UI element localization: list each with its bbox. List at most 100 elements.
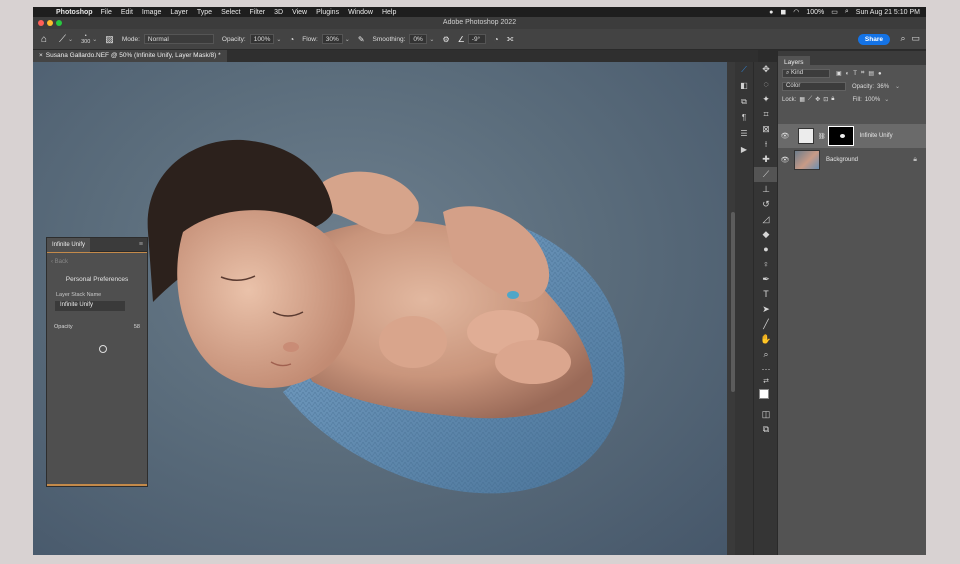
- airbrush-icon[interactable]: ✎: [358, 35, 365, 44]
- menu-image[interactable]: Image: [142, 9, 161, 16]
- healing-brush-tool-icon[interactable]: ✚: [754, 152, 778, 167]
- filter-toggle-icon[interactable]: ●: [878, 71, 882, 77]
- menu-layer[interactable]: Layer: [170, 9, 188, 16]
- visibility-eye-icon[interactable]: 👁︎: [778, 132, 792, 140]
- more-tools-icon[interactable]: ⋯: [754, 362, 778, 377]
- back-button[interactable]: ‹ Back: [47, 253, 147, 271]
- paint-bucket-tool-icon[interactable]: ◆: [754, 227, 778, 242]
- workspace-icon[interactable]: ▭: [911, 33, 920, 44]
- fill-field[interactable]: 100%: [865, 97, 880, 103]
- frame-tool-icon[interactable]: ⊠: [754, 122, 778, 137]
- color-swatches[interactable]: [754, 387, 778, 407]
- search-icon[interactable]: ⌕: [900, 33, 905, 44]
- close-tab-icon[interactable]: ×: [39, 52, 43, 59]
- layers-tab[interactable]: Layers: [778, 56, 810, 70]
- chevron-down-icon[interactable]: ⌄: [68, 36, 73, 43]
- menu-help[interactable]: Help: [382, 9, 396, 16]
- app-status-icon[interactable]: ◼: [780, 8, 786, 16]
- lock-position-icon[interactable]: ✥: [815, 96, 820, 103]
- brush-tool-icon[interactable]: ⟋: [59, 34, 66, 45]
- menu-window[interactable]: Window: [348, 9, 373, 16]
- menu-edit[interactable]: Edit: [121, 9, 133, 16]
- wifi-icon[interactable]: ◠: [793, 8, 799, 16]
- move-tool-icon[interactable]: ✥: [754, 62, 778, 77]
- record-icon[interactable]: ●: [769, 9, 773, 16]
- pen-tool-icon[interactable]: ✒: [754, 272, 778, 287]
- document-canvas[interactable]: Infinite Unify ≡ ‹ Back Personal Prefere…: [33, 62, 727, 555]
- flow-field[interactable]: 30%: [321, 34, 343, 44]
- filter-shape-icon[interactable]: ⌗: [861, 70, 864, 77]
- angle-field[interactable]: -9°: [467, 34, 486, 44]
- chevron-down-icon[interactable]: ⌄: [92, 36, 97, 43]
- clone-source-icon[interactable]: ⧉: [735, 94, 753, 110]
- filter-pixel-icon[interactable]: ▣: [836, 70, 842, 77]
- filter-kind-select[interactable]: ⌕ Kind: [782, 69, 830, 78]
- lock-artboard-icon[interactable]: ⊡: [823, 96, 828, 103]
- visibility-eye-icon[interactable]: 👁︎: [778, 156, 792, 164]
- opacity-field[interactable]: 100%: [249, 34, 275, 44]
- zoom-tool-icon[interactable]: ⌕: [754, 347, 778, 362]
- panel-menu-icon[interactable]: ≡: [139, 241, 143, 248]
- mode-select[interactable]: Normal: [143, 34, 214, 44]
- adjustments-icon[interactable]: ☰: [735, 126, 753, 142]
- pressure-opacity-icon[interactable]: ◔: [289, 35, 294, 44]
- menu-app-name[interactable]: Photoshop: [56, 9, 93, 16]
- layer-stack-name-field[interactable]: Infinite Unify: [55, 301, 125, 311]
- actions-play-icon[interactable]: ▶: [735, 142, 753, 158]
- paragraph-icon[interactable]: ¶: [735, 110, 753, 126]
- clone-stamp-tool-icon[interactable]: ⊥: [754, 182, 778, 197]
- layer-mask-thumbnail[interactable]: [827, 126, 854, 146]
- crop-tool-icon[interactable]: ⌗: [754, 107, 778, 122]
- layer-row-infinite-unify[interactable]: 👁︎ ⛓ Infinite Unify: [778, 124, 926, 148]
- path-selection-tool-icon[interactable]: ➤: [754, 302, 778, 317]
- screen-mode-icon[interactable]: ⧉: [754, 422, 778, 437]
- lock-transparency-icon[interactable]: ▦: [799, 96, 805, 103]
- chevron-down-icon[interactable]: ⌄: [429, 36, 434, 43]
- menu-view[interactable]: View: [292, 9, 307, 16]
- blur-tool-icon[interactable]: ●: [754, 242, 778, 257]
- brush-settings-icon[interactable]: ▨: [105, 34, 114, 45]
- dodge-tool-icon[interactable]: ♀: [754, 257, 778, 272]
- symmetry-icon[interactable]: ⟗: [507, 34, 514, 44]
- line-tool-icon[interactable]: ╱: [754, 317, 778, 332]
- battery-icon[interactable]: ▭: [831, 8, 838, 16]
- type-tool-icon[interactable]: T: [754, 287, 778, 302]
- menu-select[interactable]: Select: [221, 9, 240, 16]
- layer-fill-thumbnail[interactable]: [798, 128, 814, 144]
- history-brush-tool-icon[interactable]: ↺: [754, 197, 778, 212]
- filter-smart-icon[interactable]: ▤: [868, 70, 874, 77]
- layer-thumbnail[interactable]: [794, 150, 820, 170]
- filter-type-icon[interactable]: T: [853, 71, 857, 77]
- home-icon[interactable]: ⌂: [41, 34, 47, 45]
- menu-filter[interactable]: Filter: [250, 9, 266, 16]
- pressure-size-icon[interactable]: ◔: [494, 35, 499, 44]
- layer-row-background[interactable]: 👁︎ Background 🔒︎: [778, 148, 926, 172]
- brush-panel-icon[interactable]: ⟋: [735, 62, 753, 78]
- hand-tool-icon[interactable]: ✋: [754, 332, 778, 347]
- history-icon[interactable]: ◧: [735, 78, 753, 94]
- foreground-color-swatch[interactable]: [759, 389, 769, 399]
- chevron-down-icon[interactable]: ⌄: [895, 83, 900, 90]
- chevron-down-icon[interactable]: ⌄: [345, 36, 350, 43]
- lasso-tool-icon[interactable]: ◌: [754, 77, 778, 92]
- smoothing-field[interactable]: 0%: [409, 34, 428, 44]
- chevron-down-icon[interactable]: ⌄: [884, 96, 889, 103]
- canvas-scrollbar[interactable]: [727, 62, 735, 555]
- layer-name[interactable]: Background: [826, 157, 858, 163]
- lock-image-icon[interactable]: ⟋: [808, 96, 812, 103]
- clock[interactable]: Sun Aug 21 5:10 PM: [856, 9, 920, 16]
- menu-type[interactable]: Type: [197, 9, 212, 16]
- search-icon[interactable]: ⌕: [845, 8, 849, 16]
- lock-all-icon[interactable]: 🔒︎: [831, 96, 834, 103]
- layer-name[interactable]: Infinite Unify: [860, 133, 893, 139]
- share-button[interactable]: Share: [857, 34, 890, 45]
- document-tab[interactable]: × Susana Gallardo.NEF @ 50% (Infinite Uni…: [33, 50, 227, 62]
- blend-mode-select[interactable]: Color: [782, 82, 846, 91]
- eraser-tool-icon[interactable]: ◿: [754, 212, 778, 227]
- quick-mask-icon[interactable]: ◫: [754, 407, 778, 422]
- menu-3d[interactable]: 3D: [274, 9, 283, 16]
- gear-icon[interactable]: ⚙: [442, 35, 449, 44]
- panel-tab[interactable]: Infinite Unify: [47, 237, 91, 252]
- filter-adjustment-icon[interactable]: ◐: [846, 71, 850, 77]
- brush-tool-icon[interactable]: ⟋: [754, 167, 778, 182]
